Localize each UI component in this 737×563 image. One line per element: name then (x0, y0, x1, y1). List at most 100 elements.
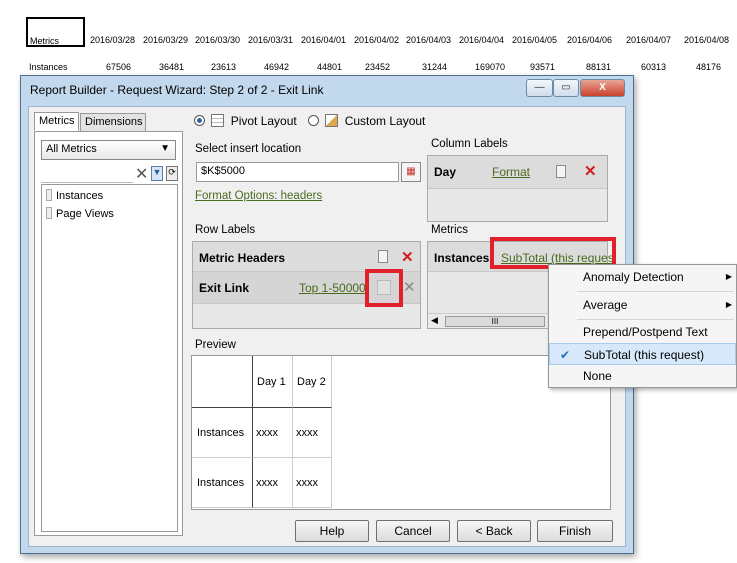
remove-day-icon[interactable]: ✕ (584, 162, 597, 180)
metric-icon (46, 207, 52, 219)
column-label-day: Day (434, 165, 457, 179)
insert-location-label: Select insert location (195, 143, 302, 155)
sheet-date-cell[interactable]: 2016/03/28 (90, 35, 135, 45)
chevron-down-icon: ▼ (160, 143, 170, 154)
sheet-value-cell[interactable]: 93571 (530, 62, 555, 72)
preview-cell: xxxx (293, 458, 332, 508)
sheet-value-cell[interactable]: 31244 (422, 62, 447, 72)
pivot-layout-icon (211, 114, 225, 127)
insert-location-input[interactable]: $K$5000 (196, 162, 399, 182)
preview-col-label: Day 1 (257, 375, 286, 388)
sheet-value-cell[interactable]: 48176 (696, 62, 721, 72)
sheet-value-cell[interactable]: 36481 (159, 62, 184, 72)
filter-icon[interactable]: ▼ (151, 166, 163, 181)
menu-item-label: Average (583, 298, 628, 312)
sheet-value-cell[interactable]: 169070 (475, 62, 505, 72)
preview-cell: xxxx (253, 458, 293, 508)
sheet-date-cell[interactable]: 2016/04/05 (512, 35, 557, 45)
checkmark-icon: ✔ (560, 348, 571, 362)
list-item-label: Instances (56, 190, 104, 202)
preview-row-label: Instances (192, 458, 253, 508)
restore-button[interactable]: ▭ (553, 79, 579, 97)
context-menu: Anomaly Detection ▶ Average ▶ Prepend/Post… (548, 264, 737, 388)
tab-metrics[interactable]: Metrics (34, 112, 79, 131)
custom-layout-label: Custom Layout (344, 114, 426, 128)
menu-item-label: None (583, 369, 612, 383)
sheet-date-cell[interactable]: 2016/04/06 (567, 35, 612, 45)
row-label-row-metric-headers[interactable]: Metric Headers ✕ (193, 242, 420, 272)
metric-icon (46, 189, 52, 201)
clear-search-icon[interactable]: ✕ (135, 164, 148, 184)
metrics-search-input[interactable] (41, 165, 133, 183)
sheet-value-cell[interactable]: 44801 (317, 62, 342, 72)
format-settings-icon[interactable] (378, 250, 388, 263)
sheet-date-cell[interactable]: 2016/04/03 (406, 35, 451, 45)
sheet-date-cell[interactable]: 2016/04/07 (626, 35, 671, 45)
sheet-date-cell[interactable]: 2016/03/29 (143, 35, 188, 45)
sheet-date-cell[interactable]: 2016/03/30 (195, 35, 240, 45)
metrics-list: Instances Page Views (41, 184, 178, 532)
back-button[interactable]: < Back (457, 520, 531, 542)
preview-cell-text: xxxx (296, 426, 318, 439)
menu-item-label: Anomaly Detection (583, 270, 684, 284)
help-button[interactable]: Help (295, 520, 369, 542)
sheet-value-cell[interactable]: 67506 (106, 62, 131, 72)
menu-item-anomaly-detection[interactable]: Anomaly Detection ▶ (549, 266, 736, 288)
format-settings-icon[interactable] (556, 165, 566, 178)
scroll-left-icon[interactable]: ◀ (431, 315, 438, 326)
dialog-client: Metrics Dimensions All Metrics ▼ ✕ ▼ ⟳ I… (28, 106, 626, 547)
preview-row-text: Instances (197, 476, 245, 489)
day-format-link[interactable]: Format (492, 165, 530, 179)
tab-dimensions[interactable]: Dimensions (80, 113, 146, 132)
close-button[interactable]: X (580, 79, 625, 97)
request-wizard-dialog: Report Builder - Request Wizard: Step 2 … (20, 75, 634, 554)
metrics-filter-dropdown[interactable]: All Metrics ▼ (41, 140, 176, 160)
metrics-title: Metrics (431, 224, 469, 236)
format-options-link[interactable]: Format Options: headers (195, 190, 322, 202)
refresh-icon[interactable]: ⟳ (166, 166, 178, 181)
title-bar[interactable]: Report Builder - Request Wizard: Step 2 … (21, 76, 633, 104)
list-item-instances[interactable]: Instances (46, 189, 103, 202)
sheet-date-cell[interactable]: 2016/04/02 (354, 35, 399, 45)
radio-checked-icon (194, 115, 205, 126)
sheet-value-cell[interactable]: 60313 (641, 62, 666, 72)
menu-item-prepend-postpend[interactable]: Prepend/Postpend Text (549, 321, 736, 343)
menu-item-average[interactable]: Average ▶ (549, 294, 736, 316)
minimize-button[interactable]: — (526, 79, 553, 97)
pick-cell-icon[interactable]: ▦ (401, 162, 421, 182)
sheet-date-cell[interactable]: 2016/03/31 (248, 35, 293, 45)
sheet-value-cell[interactable]: 88131 (586, 62, 611, 72)
cancel-button[interactable]: Cancel (376, 520, 450, 542)
highlight-format-settings (365, 269, 403, 307)
sheet-date-cell[interactable]: 2016/04/08 (684, 35, 729, 45)
sheet-value-cell[interactable]: 46942 (264, 62, 289, 72)
preview-title: Preview (195, 339, 236, 351)
submenu-arrow-icon: ▶ (725, 272, 732, 281)
column-label-row-day[interactable]: Day Format ✕ (428, 156, 607, 189)
sheet-row2-label[interactable]: Instances (29, 62, 68, 72)
sheet-row1-label[interactable]: Metrics (30, 36, 59, 46)
preview-row-text: Instances (197, 426, 245, 439)
menu-item-none[interactable]: None (549, 365, 736, 387)
scroll-thumb[interactable]: III (445, 316, 545, 327)
metric-instances: Instances (434, 251, 490, 265)
remove-exit-link-icon[interactable]: ✕ (403, 278, 416, 296)
row-labels-title: Row Labels (195, 224, 256, 236)
menu-item-subtotal[interactable]: ✔ SubTotal (this request) (549, 343, 736, 365)
sheet-value-cell[interactable]: 23613 (211, 62, 236, 72)
pivot-layout-radio[interactable]: Pivot Layout (194, 114, 297, 128)
metrics-panel: All Metrics ▼ ✕ ▼ ⟳ Instances Page Views (34, 131, 183, 536)
sheet-date-cell[interactable]: 2016/04/04 (459, 35, 504, 45)
remove-metric-headers-icon[interactable]: ✕ (401, 248, 414, 266)
list-item-page-views[interactable]: Page Views (46, 207, 114, 220)
finish-button[interactable]: Finish (537, 520, 613, 542)
custom-layout-icon (325, 114, 339, 127)
radio-unchecked-icon (308, 115, 319, 126)
preview-cell: xxxx (293, 408, 332, 458)
sheet-date-cell[interactable]: 2016/04/01 (301, 35, 346, 45)
pivot-layout-label: Pivot Layout (230, 114, 297, 128)
top-range-link[interactable]: Top 1-50000 (299, 281, 366, 295)
sheet-value-cell[interactable]: 23452 (365, 62, 390, 72)
custom-layout-radio[interactable]: Custom Layout (308, 114, 425, 128)
column-labels-box: Day Format ✕ (427, 155, 608, 222)
